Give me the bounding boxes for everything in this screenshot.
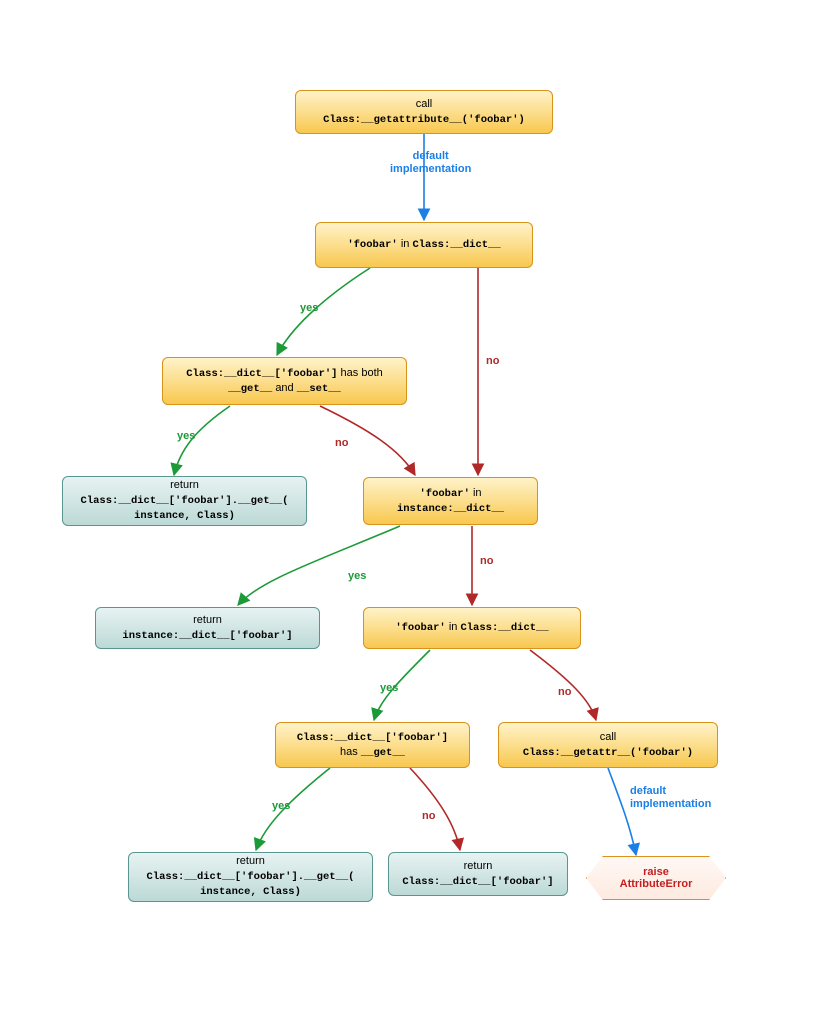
label-no-5: no (422, 810, 435, 822)
node-return-class-dict: return Class:__dict__['foobar'] (388, 852, 568, 896)
n2-code1: 'foobar' (347, 239, 397, 251)
node-has-get-set: Class:__dict__['foobar'] has both __get_… (162, 357, 407, 405)
label-yes-5: yes (272, 800, 290, 812)
node-foobar-in-class-dict-1: 'foobar' in Class:__dict__ (315, 222, 533, 268)
node-has-get: Class:__dict__['foobar'] has __get__ (275, 722, 470, 768)
n1-plain: call (416, 98, 433, 110)
n10-code2: instance, Class) (200, 886, 301, 898)
n3-code2: __get__ (228, 383, 272, 395)
n8-plain: has (340, 746, 361, 758)
n1-code: Class:__getattribute__('foobar') (323, 114, 525, 126)
n4-plain: return (170, 479, 199, 491)
n3-code3: __set__ (297, 383, 341, 395)
n12-line1: raise (643, 866, 669, 878)
label-yes-3: yes (348, 570, 366, 582)
n9-code: Class:__getattr__('foobar') (523, 747, 693, 759)
n10-code1: Class:__dict__['foobar'].__get__( (147, 871, 355, 883)
n11-plain: return (464, 860, 493, 872)
node-getattr-call: call Class:__getattr__('foobar') (498, 722, 718, 768)
node-return-get-1: return Class:__dict__['foobar'].__get__(… (62, 476, 307, 526)
label-no-1: no (486, 355, 499, 367)
n6-plain: return (193, 614, 222, 626)
n12-line2: AttributeError (620, 878, 693, 890)
n3-and: and (275, 382, 296, 394)
n5-code2: instance:__dict__ (397, 503, 504, 515)
n4-code1: Class:__dict__['foobar'].__get__( (81, 495, 289, 507)
label-yes-4: yes (380, 682, 398, 694)
node-return-instance-dict: return instance:__dict__['foobar'] (95, 607, 320, 649)
n3-code1: Class:__dict__['foobar'] (186, 368, 337, 380)
label-no-2: no (335, 437, 348, 449)
node-foobar-in-class-dict-2: 'foobar' in Class:__dict__ (363, 607, 581, 649)
n2-in: in (401, 238, 413, 250)
n2-code2: Class:__dict__ (412, 239, 500, 251)
label-no-4: no (558, 686, 571, 698)
n7-in: in (449, 621, 461, 633)
n3-plain1: has both (341, 367, 383, 379)
n8-code2: __get__ (361, 747, 405, 759)
n6-code: instance:__dict__['foobar'] (122, 630, 292, 642)
label-yes-1: yes (300, 302, 318, 314)
label-default-impl-2: default implementation (630, 785, 711, 811)
label-default-impl-1: default implementation (390, 150, 471, 176)
label-yes-2: yes (177, 430, 195, 442)
n4-code2: instance, Class) (134, 510, 235, 522)
n5-code1: 'foobar' (419, 488, 469, 500)
n11-code: Class:__dict__['foobar'] (402, 876, 553, 888)
n10-plain: return (236, 855, 265, 867)
node-return-get-2: return Class:__dict__['foobar'].__get__(… (128, 852, 373, 902)
label-no-3: no (480, 555, 493, 567)
n7-code1: 'foobar' (395, 622, 445, 634)
n8-code1: Class:__dict__['foobar'] (297, 732, 448, 744)
n5-in: in (473, 487, 482, 499)
n7-code2: Class:__dict__ (460, 622, 548, 634)
node-getattribute-call: call Class:__getattribute__('foobar') (295, 90, 553, 134)
node-foobar-in-instance-dict: 'foobar' in instance:__dict__ (363, 477, 538, 525)
n9-plain: call (600, 731, 617, 743)
node-raise-attributeerror: raise AttributeError (586, 856, 726, 900)
